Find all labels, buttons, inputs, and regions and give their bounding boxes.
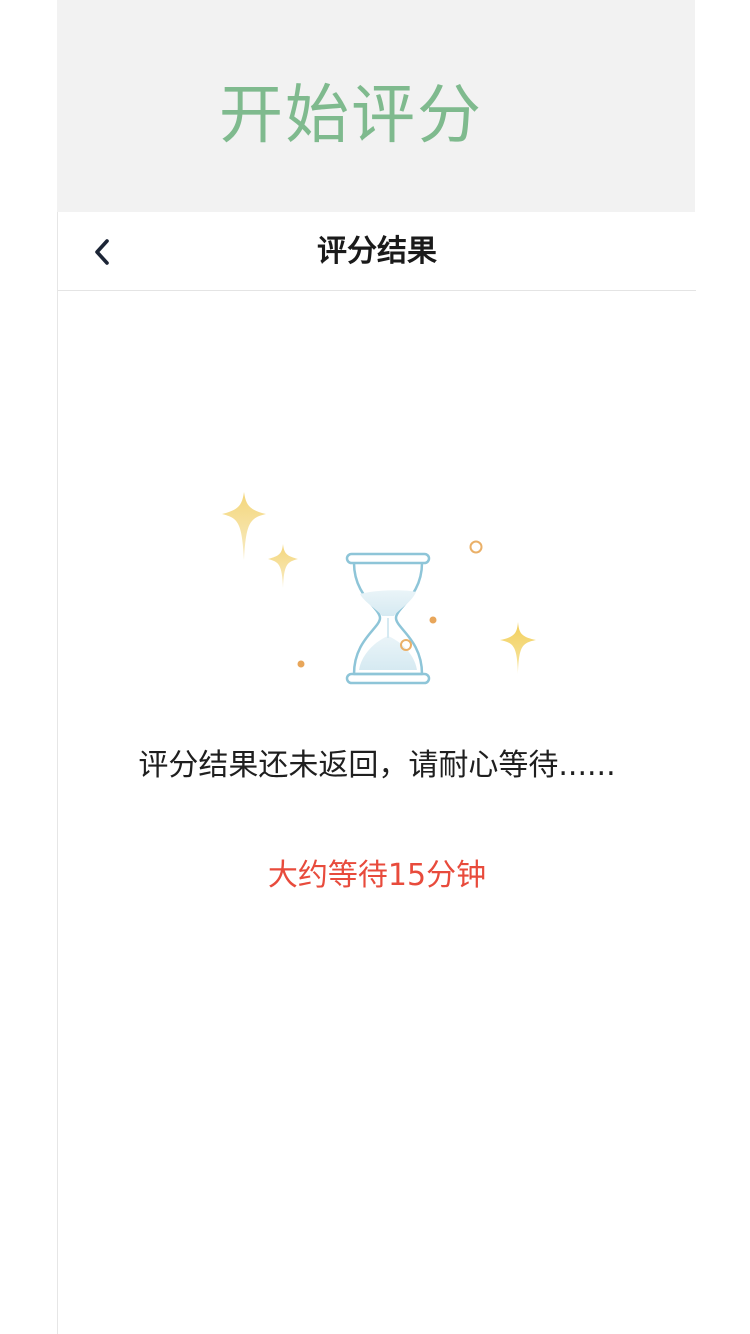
screen: 开始评分 评分结果 评分结果还未返回，请耐心等待...... 大约等待15分钟: [0, 0, 750, 1334]
sparkle-icon: [500, 622, 536, 674]
sparkle-icon: [268, 544, 298, 588]
result-page: 评分结果 评分结果还未返回，请耐心等待...... 大约等待15分钟: [57, 212, 696, 1334]
wait-message: 评分结果还未返回，请耐心等待......: [138, 748, 616, 783]
eta-text: 大约等待15分钟: [267, 858, 487, 893]
circle-dot-icon: [469, 540, 483, 554]
waiting-illustration: [222, 492, 536, 685]
page-title: 评分结果: [317, 234, 437, 269]
circle-dot-icon: [429, 616, 437, 624]
nav-bar: 评分结果: [58, 212, 696, 291]
sparkle-icon: [222, 492, 266, 560]
top-banner: 开始评分: [57, 0, 695, 212]
circle-dot-icon: [297, 660, 305, 668]
hourglass-icon: [345, 552, 431, 685]
banner-title: 开始评分: [219, 79, 483, 153]
